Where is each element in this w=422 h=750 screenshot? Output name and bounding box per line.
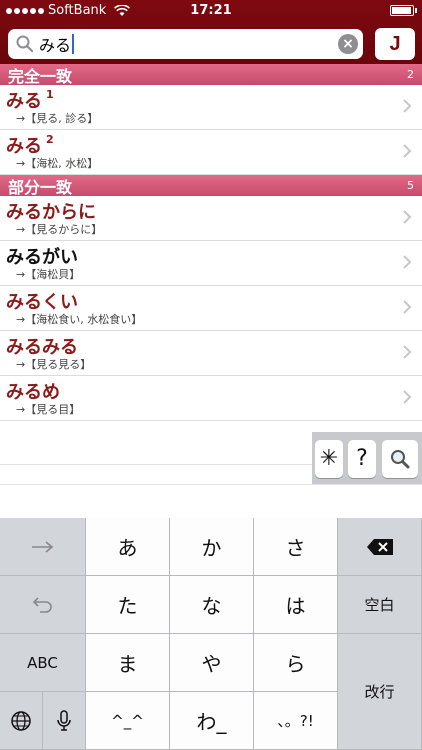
kana-key-ra[interactable]: ら <box>254 634 338 692</box>
chevron-right-icon <box>403 210 412 224</box>
search-tools-panel: ✳ ? <box>312 432 422 484</box>
arrow-right-icon <box>31 540 53 553</box>
emoticon-key[interactable]: ^_^ <box>86 692 170 750</box>
homonym-number: 2 <box>46 133 54 146</box>
question-wildcard-button[interactable]: ? <box>348 440 376 478</box>
result-row[interactable]: みる 2 →【海松, 水松】 <box>0 130 422 175</box>
result-row[interactable]: みるくい →【海松食い, 水松食い】 <box>0 286 422 331</box>
kanji-forms: →【見る見る】 <box>16 358 92 371</box>
kana-key-wa[interactable]: わ_ <box>170 692 254 750</box>
chevron-right-icon <box>403 390 412 404</box>
microphone-icon <box>57 709 71 731</box>
section-partial-match: 部分一致 5 <box>0 175 422 197</box>
header-bar: SoftBank 17:21 みる × J <box>0 0 422 64</box>
globe-key[interactable] <box>0 692 43 750</box>
chevron-right-icon <box>403 99 412 113</box>
result-row[interactable]: みるがい →【海松貝】 <box>0 241 422 286</box>
section-title: 部分一致 <box>8 177 73 197</box>
result-row[interactable]: みるみる →【見る見る】 <box>0 331 422 376</box>
dictation-key[interactable] <box>43 692 86 750</box>
kanji-forms: →【海松, 水松】 <box>16 157 99 170</box>
kana-key-na[interactable]: な <box>170 576 254 634</box>
return-key[interactable]: 改行 <box>338 634 422 750</box>
section-count: 2 <box>407 68 414 81</box>
kana-key-ma[interactable]: ま <box>86 634 170 692</box>
row-divider <box>0 484 422 485</box>
status-bar: SoftBank 17:21 <box>0 0 422 22</box>
section-exact-match: 完全一致 2 <box>0 64 422 86</box>
chevron-right-icon <box>403 300 412 314</box>
kana-key-ya[interactable]: や <box>170 634 254 692</box>
magnifier-icon <box>391 450 410 469</box>
search-icon <box>16 35 34 53</box>
globe-icon <box>11 710 31 731</box>
kanji-forms: →【見る, 診る】 <box>16 112 99 125</box>
homonym-number: 1 <box>46 88 54 101</box>
result-row[interactable]: みる 1 →【見る, 診る】 <box>0 85 422 130</box>
keyboard: あ か さ た な は 空白 ABC ま や ら 改行 ^_^ わ_ 、。?! <box>0 518 422 750</box>
kana-key-ta[interactable]: た <box>86 576 170 634</box>
search-input[interactable]: みる × <box>8 29 363 59</box>
clear-icon[interactable]: × <box>338 34 358 54</box>
section-title: 完全一致 <box>8 66 73 86</box>
language-button[interactable]: J <box>375 28 415 60</box>
wildcard-button[interactable]: ✳ <box>315 440 343 478</box>
status-time: 17:21 <box>190 3 232 18</box>
kanji-forms: →【見るからに】 <box>16 223 103 236</box>
cursor-right-key[interactable] <box>0 518 86 576</box>
undo-icon <box>32 596 52 613</box>
kanji-forms: →【見る目】 <box>16 403 81 416</box>
undo-key[interactable] <box>0 576 86 634</box>
kanji-forms: →【海松食い, 水松食い】 <box>16 313 143 326</box>
battery-icon <box>390 5 417 16</box>
chevron-right-icon <box>403 345 412 359</box>
kana-key-ka[interactable]: か <box>170 518 254 576</box>
chevron-right-icon <box>403 255 412 269</box>
kana-key-ha[interactable]: は <box>254 576 338 634</box>
search-button[interactable] <box>382 440 418 478</box>
chevron-right-icon <box>403 144 412 158</box>
delete-key[interactable] <box>338 518 422 576</box>
search-query-wrap: みる <box>39 32 75 56</box>
section-count: 5 <box>407 179 414 192</box>
backspace-icon <box>366 538 393 555</box>
search-query: みる <box>39 36 72 55</box>
kana-key-sa[interactable]: さ <box>254 518 338 576</box>
result-row[interactable]: みるからに →【見るからに】 <box>0 196 422 241</box>
abc-key[interactable]: ABC <box>0 634 86 692</box>
kanji-forms: →【海松貝】 <box>16 268 81 281</box>
punctuation-key[interactable]: 、。?! <box>254 692 338 750</box>
space-key[interactable]: 空白 <box>338 576 422 634</box>
result-row[interactable]: みるめ →【見る目】 <box>0 376 422 421</box>
kana-key-a[interactable]: あ <box>86 518 170 576</box>
text-cursor <box>72 34 75 54</box>
